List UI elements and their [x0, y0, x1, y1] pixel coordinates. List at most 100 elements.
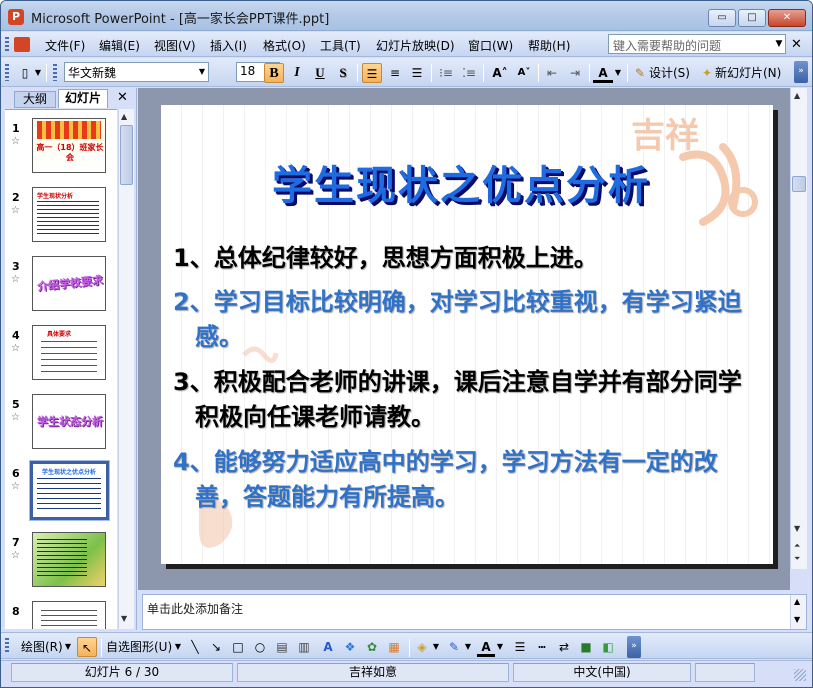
slide-thumbnail-6-selected[interactable]: 学生现状之优点分析	[30, 461, 109, 520]
scroll-up-arrow-icon[interactable]: ▲	[121, 112, 127, 121]
italic-button[interactable]: I	[287, 63, 307, 83]
menu-insert[interactable]: 插入(I)	[210, 37, 247, 54]
draw-menu-arrow-icon[interactable]: ▼	[63, 637, 73, 657]
powerpoint-app-icon[interactable]: P	[8, 9, 24, 25]
slide-thumbnail-3[interactable]: 介绍学校要求	[32, 256, 106, 311]
align-left-icon[interactable]: ☰	[362, 63, 382, 83]
toolbar-grip-handle-2[interactable]	[53, 64, 57, 81]
autoshapes-arrow-icon[interactable]: ▼	[173, 637, 183, 657]
slide-thumbnail-7[interactable]	[32, 532, 106, 587]
minimize-button[interactable]: ▭	[708, 9, 736, 27]
slides-pane-scrollbar[interactable]: ▲ ▼	[118, 109, 134, 629]
select-objects-icon[interactable]: ↖	[77, 637, 97, 657]
menu-tools[interactable]: 工具(T)	[320, 37, 361, 54]
insert-picture-icon[interactable]: ▦	[385, 637, 403, 657]
help-search-input[interactable]: 键入需要帮助的问题	[608, 34, 786, 54]
design-icon[interactable]: ✎	[632, 63, 648, 83]
scroll-up-arrow-icon[interactable]: ▲	[794, 597, 800, 606]
wordart-tool-icon[interactable]: A	[319, 637, 337, 657]
increase-font-size-button[interactable]: A˄	[488, 63, 512, 83]
arrow-tool-icon[interactable]: ↘	[207, 637, 225, 657]
3d-style-icon[interactable]: ◧	[599, 637, 617, 657]
clipart-tool-icon[interactable]: ✿	[363, 637, 381, 657]
document-icon[interactable]	[14, 37, 30, 52]
dash-style-icon[interactable]: ┅	[533, 637, 551, 657]
next-slide-icon[interactable]: ⏷	[794, 554, 800, 564]
bullets-icon[interactable]: ⁚≡	[459, 63, 479, 83]
decrease-font-size-button[interactable]: A˅	[512, 63, 536, 83]
align-right-icon[interactable]: ☰	[407, 63, 427, 83]
current-slide[interactable]: 吉祥 学生现状之优点分析 1、总体纪律较好，思想方面积极上进。 2、学习目标比较…	[161, 105, 773, 564]
help-dropdown-arrow-icon[interactable]: ▼	[772, 35, 786, 53]
menu-file[interactable]: 文件(F)	[45, 37, 85, 54]
decrease-indent-icon[interactable]: ⇤	[542, 63, 562, 83]
slide-thumbnail-5[interactable]: 学生状态分析	[32, 394, 106, 449]
menu-grip-handle[interactable]	[5, 37, 9, 52]
scroll-down-arrow-icon[interactable]: ▼	[121, 614, 127, 623]
menu-window[interactable]: 窗口(W)	[468, 37, 513, 54]
slide-bullet-2[interactable]: 2、学习目标比较明确，对学习比较重视，有学习紧迫感。	[173, 285, 763, 355]
vertical-textbox-tool-icon[interactable]: ▥	[295, 637, 313, 657]
scroll-up-arrow-icon[interactable]: ▲	[794, 91, 800, 100]
font-color-icon[interactable]: A	[593, 63, 613, 83]
fill-color-icon[interactable]: ◈	[413, 637, 431, 657]
fill-color-arrow-icon[interactable]: ▼	[431, 637, 441, 657]
title-bar[interactable]: P Microsoft PowerPoint - [高一家长会PPT课件.ppt…	[1, 1, 812, 31]
slides-pane-scroll-thumb[interactable]	[120, 125, 133, 185]
close-window-button[interactable]: ✕	[768, 9, 806, 27]
menu-help[interactable]: 帮助(H)	[528, 37, 570, 54]
diagram-tool-icon[interactable]: ❖	[341, 637, 359, 657]
textbox-tool-icon[interactable]: ▤	[273, 637, 291, 657]
font-name-select[interactable]: 华文新魏	[64, 62, 209, 82]
slide-bullet-3[interactable]: 3、积极配合老师的讲课，课后注意自学并有部分同学积极向任课老师请教。	[173, 365, 763, 435]
line-color-arrow-icon[interactable]: ▼	[463, 637, 473, 657]
slide-bullet-4[interactable]: 4、能够努力适应高中的学习，学习方法有一定的改善，答题能力有所提高。	[173, 445, 763, 515]
shadow-style-icon[interactable]: ■	[577, 637, 595, 657]
font-name-dropdown-icon[interactable]: ▼	[195, 62, 209, 82]
design-button[interactable]: 设计(S)	[649, 63, 697, 83]
new-slide-icon[interactable]: ✦	[699, 63, 715, 83]
notes-scrollbar[interactable]: ▲ ▼	[790, 595, 806, 629]
align-center-icon[interactable]: ≡	[385, 63, 405, 83]
slide-scroll-thumb[interactable]	[792, 176, 806, 192]
slide-title[interactable]: 学生现状之优点分析	[161, 153, 761, 211]
rectangle-tool-icon[interactable]: □	[229, 637, 247, 657]
toolbar-grip-handle[interactable]	[5, 64, 9, 81]
slide-thumbnail-1[interactable]: 高一（18）班家长会	[32, 118, 106, 173]
toolbar-options-arrow-icon[interactable]: ▼	[33, 63, 43, 83]
line-style-icon[interactable]: ☰	[511, 637, 529, 657]
line-color-icon[interactable]: ✎	[445, 637, 463, 657]
scroll-down-arrow-icon[interactable]: ▼	[794, 524, 800, 533]
oval-tool-icon[interactable]: ○	[251, 637, 269, 657]
autoshapes-button[interactable]: 自选图形(U)	[106, 637, 178, 657]
slide-vertical-scrollbar[interactable]: ▲ ▼	[790, 88, 807, 569]
document-close-button[interactable]: ✕	[791, 37, 802, 52]
font-color-dropdown-icon[interactable]: ▼	[613, 63, 623, 83]
underline-button[interactable]: U	[310, 63, 330, 83]
line-tool-icon[interactable]: ╲	[186, 637, 204, 657]
slide-thumbnail-2[interactable]: 学生现状分析	[32, 187, 106, 242]
tab-outline[interactable]: 大纲	[14, 91, 56, 108]
slide-thumbnail-8[interactable]	[32, 601, 106, 629]
slide-thumbnail-4[interactable]: 具体要求	[32, 325, 106, 380]
numbering-icon[interactable]: ⁝≡	[436, 63, 456, 83]
new-slide-button[interactable]: 新幻灯片(N)	[715, 63, 787, 83]
pane-close-button[interactable]: ✕	[117, 90, 128, 105]
draw-font-color-arrow-icon[interactable]: ▼	[495, 637, 505, 657]
menu-format[interactable]: 格式(O)	[263, 37, 306, 54]
notes-pane[interactable]: 单击此处添加备注 ▲ ▼	[142, 594, 807, 630]
notes-placeholder[interactable]: 单击此处添加备注	[147, 600, 243, 617]
menu-slideshow[interactable]: 幻灯片放映(D)	[376, 37, 455, 54]
resize-grip-icon[interactable]	[794, 669, 806, 681]
bold-button[interactable]: B	[264, 63, 284, 83]
maximize-button[interactable]: □	[738, 9, 766, 27]
new-document-icon[interactable]: ▯	[15, 63, 35, 83]
draw-font-color-icon[interactable]: A	[477, 637, 495, 657]
drawbar-overflow-icon[interactable]: »	[627, 636, 641, 658]
menu-edit[interactable]: 编辑(E)	[99, 37, 140, 54]
menu-view[interactable]: 视图(V)	[154, 37, 196, 54]
scroll-down-arrow-icon[interactable]: ▼	[794, 615, 800, 624]
toolbar-overflow-icon[interactable]: »	[794, 61, 808, 83]
tab-slides[interactable]: 幻灯片	[58, 89, 108, 108]
arrow-style-icon[interactable]: ⇄	[555, 637, 573, 657]
